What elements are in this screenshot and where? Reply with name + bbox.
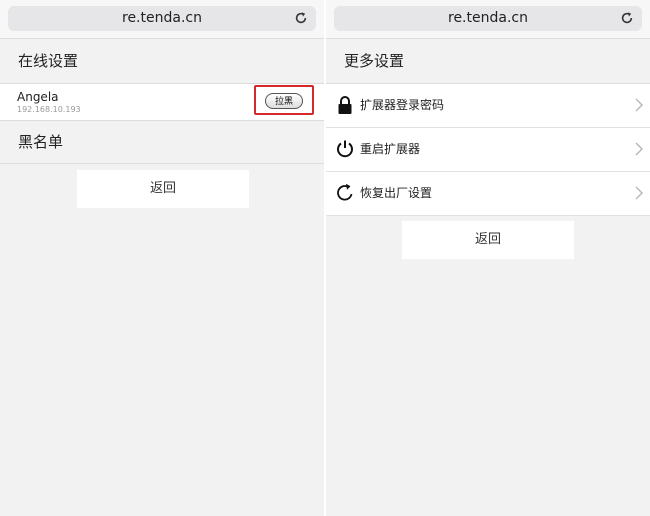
lock-icon: [338, 96, 352, 114]
left-screen: re.tenda.cn 在线设置 Angela 192.168.10.193 拉…: [0, 0, 324, 516]
device-ip: 192.168.10.193: [17, 105, 81, 114]
browser-bar: re.tenda.cn: [326, 0, 650, 39]
device-name: Angela: [17, 90, 59, 104]
menu-item-label: 恢复出厂设置: [360, 186, 433, 200]
menu-item-login-password[interactable]: 扩展器登录密码: [326, 83, 650, 128]
online-settings-title: 在线设置: [18, 52, 79, 70]
back-button[interactable]: 返回: [402, 221, 574, 259]
right-screen: re.tenda.cn 更多设置 扩展器登录密码 重启扩展器 恢复出厂设置 返回: [326, 0, 650, 516]
power-icon: [337, 140, 353, 158]
chevron-right-icon: [635, 98, 643, 112]
address-bar[interactable]: re.tenda.cn: [8, 6, 316, 31]
reload-icon[interactable]: [294, 11, 308, 25]
block-button[interactable]: 拉黑: [265, 93, 303, 109]
url-text: re.tenda.cn: [448, 10, 528, 26]
chevron-right-icon: [635, 142, 643, 156]
reload-icon[interactable]: [620, 11, 634, 25]
menu-item-label: 重启扩展器: [360, 142, 421, 156]
back-button[interactable]: 返回: [77, 170, 249, 208]
more-settings-title: 更多设置: [344, 52, 405, 70]
reset-icon: [337, 183, 353, 201]
address-bar[interactable]: re.tenda.cn: [334, 6, 642, 31]
menu-item-reboot[interactable]: 重启扩展器: [326, 128, 650, 172]
url-text: re.tenda.cn: [122, 10, 202, 26]
menu-item-label: 扩展器登录密码: [360, 98, 445, 112]
chevron-right-icon: [635, 186, 643, 200]
device-row: Angela 192.168.10.193 拉黑: [0, 83, 324, 121]
settings-menu: 扩展器登录密码 重启扩展器 恢复出厂设置: [326, 83, 650, 216]
browser-bar: re.tenda.cn: [0, 0, 324, 39]
blacklist-title: 黑名单: [0, 121, 324, 164]
menu-item-factory-reset[interactable]: 恢复出厂设置: [326, 172, 650, 216]
